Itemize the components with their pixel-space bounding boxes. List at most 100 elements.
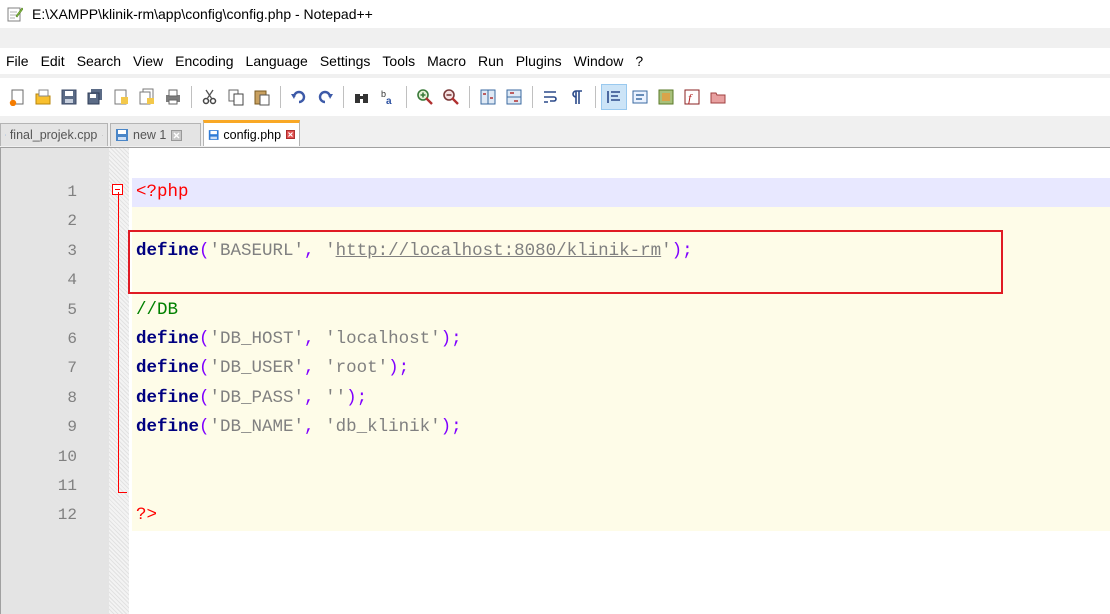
tab-new-1[interactable]: new 1 xyxy=(110,123,201,146)
tab-label: config.php xyxy=(223,127,282,142)
document-map-button[interactable] xyxy=(653,84,679,110)
code-line[interactable]: define('DB_HOST', 'localhost'); xyxy=(132,324,1110,355)
code-line[interactable]: <?php xyxy=(132,178,1110,208)
print-button[interactable] xyxy=(160,84,186,110)
save-button[interactable] xyxy=(56,84,82,110)
undo-button[interactable] xyxy=(286,84,312,110)
code-token: ' xyxy=(325,240,336,261)
code-token: ( xyxy=(199,387,210,408)
close-icon[interactable] xyxy=(171,129,183,141)
line-number: 11 xyxy=(57,476,77,495)
menu-tools[interactable]: Tools xyxy=(376,48,421,74)
code-token: 'BASEURL' xyxy=(209,240,305,261)
zoom-out-icon xyxy=(443,89,459,105)
tab-label: new 1 xyxy=(133,128,167,142)
menu-encoding[interactable]: Encoding xyxy=(169,48,239,74)
menu-search[interactable]: Search xyxy=(71,48,127,74)
print-icon xyxy=(166,89,180,105)
menu-window[interactable]: Window xyxy=(568,48,630,74)
zoom-in-icon xyxy=(417,89,433,105)
menu-settings[interactable]: Settings xyxy=(314,48,377,74)
code-token: 'DB_USER' xyxy=(209,358,305,379)
code-line[interactable]: define('DB_PASS', ''); xyxy=(132,383,1110,414)
close-button[interactable] xyxy=(108,84,134,110)
close-all-button[interactable] xyxy=(134,84,160,110)
code-line[interactable]: define('DB_USER', 'root'); xyxy=(132,354,1110,384)
menu-run[interactable]: Run xyxy=(472,48,510,74)
menu-language[interactable]: Language xyxy=(240,48,314,74)
show-all-chars-icon xyxy=(572,90,582,104)
code-token: ( xyxy=(199,358,210,379)
toolbar-separator xyxy=(532,86,533,108)
indent-guide-icon xyxy=(607,91,620,103)
code-token: '' xyxy=(325,387,347,408)
code-token: , xyxy=(304,387,315,408)
tab-config-php[interactable]: config.php xyxy=(203,120,300,146)
line-number: 10 xyxy=(57,447,77,466)
code-line[interactable]: //DB xyxy=(132,295,1110,325)
close-icon[interactable] xyxy=(286,129,295,140)
code-token: //DB xyxy=(136,299,179,320)
menu-file[interactable]: File xyxy=(0,48,35,74)
replace-icon: ba xyxy=(381,89,392,106)
title-bar: E:\XAMPP\klinik-rm\app\config\config.php… xyxy=(0,0,1110,28)
close-icon xyxy=(114,89,128,105)
copy-button[interactable] xyxy=(223,84,249,110)
code-line[interactable]: ​ xyxy=(132,442,1110,472)
line-number: 2 xyxy=(67,212,77,231)
indent-guide-button[interactable] xyxy=(601,84,627,110)
zoom-in-button[interactable] xyxy=(412,84,438,110)
sync-horizontal-button[interactable] xyxy=(501,84,527,110)
user-language-button[interactable] xyxy=(627,84,653,110)
code-token: define xyxy=(136,328,200,349)
save-all-button[interactable] xyxy=(82,84,108,110)
line-number: 6 xyxy=(67,329,77,348)
find-button[interactable] xyxy=(349,84,375,110)
menu-view[interactable]: View xyxy=(127,48,169,74)
menu-plugins[interactable]: Plugins xyxy=(510,48,568,74)
redo-button[interactable] xyxy=(312,84,338,110)
menu-macro[interactable]: Macro xyxy=(421,48,472,74)
code-token: 'localhost' xyxy=(325,328,441,349)
saved-file-icon xyxy=(5,134,6,136)
line-number: 3 xyxy=(67,241,77,260)
function-list-icon: f xyxy=(684,89,700,105)
paste-button[interactable] xyxy=(249,84,275,110)
code-token: ?> xyxy=(136,505,158,526)
open-file-button[interactable] xyxy=(30,84,56,110)
sync-vertical-button[interactable] xyxy=(475,84,501,110)
fold-margin xyxy=(109,148,129,614)
line-numbers: 1 2 3 4 5 6 7 8 9 10 11 12 xyxy=(1,178,81,531)
open-file-icon xyxy=(35,89,51,105)
menu-help[interactable]: ? xyxy=(629,48,649,74)
save-all-icon xyxy=(87,89,102,105)
find-icon xyxy=(355,94,368,103)
code-line[interactable]: ?> xyxy=(132,501,1110,531)
show-all-chars-button[interactable] xyxy=(564,84,590,110)
code-token: ); xyxy=(671,240,693,261)
word-wrap-button[interactable] xyxy=(538,84,564,110)
code-line[interactable]: ​ xyxy=(132,266,1110,296)
new-file-button[interactable] xyxy=(4,84,30,110)
menu-edit[interactable]: Edit xyxy=(35,48,71,74)
code-line[interactable]: ​ xyxy=(132,471,1110,502)
document-map-icon xyxy=(658,89,674,105)
toolbar: ba f xyxy=(0,78,1110,116)
toolbar-separator xyxy=(406,86,407,108)
code-line[interactable]: define('DB_NAME', 'db_klinik'); xyxy=(132,413,1110,443)
cut-button[interactable] xyxy=(197,84,223,110)
code-token: <?php xyxy=(136,182,189,202)
editor[interactable]: 123456789101112 <?php​define('BASEURL', … xyxy=(0,147,1110,614)
folder-workspace-button[interactable] xyxy=(705,84,731,110)
sync-vertical-icon xyxy=(480,89,496,105)
code-line[interactable]: ​ xyxy=(132,207,1110,237)
function-list-button[interactable]: f xyxy=(679,84,705,110)
replace-button[interactable]: ba xyxy=(375,84,401,110)
zoom-out-button[interactable] xyxy=(438,84,464,110)
code-area[interactable]: <?php​define('BASEURL', 'http://localhos… xyxy=(132,178,1110,531)
toolbar-separator xyxy=(343,86,344,108)
close-icon[interactable] xyxy=(102,130,103,141)
code-line[interactable]: define('BASEURL', 'http://localhost:8080… xyxy=(132,236,1110,267)
tab-final-projek-cpp[interactable]: final_projek.cpp xyxy=(0,123,108,146)
